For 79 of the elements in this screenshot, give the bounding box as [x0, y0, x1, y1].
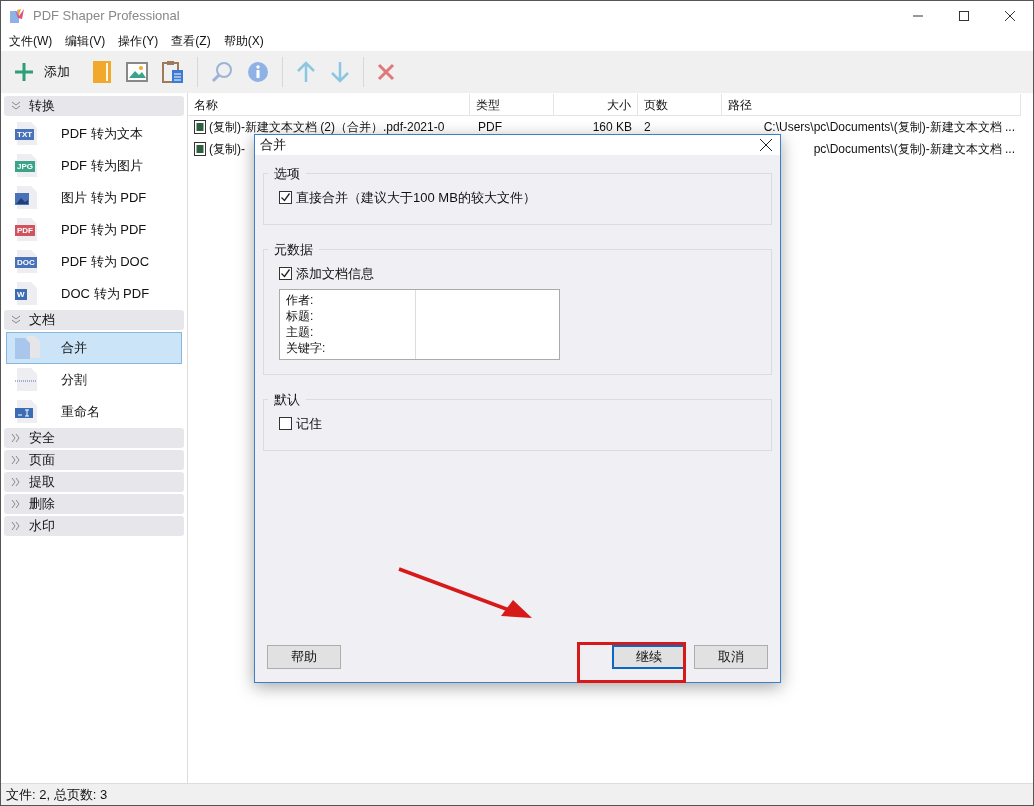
collapsed-chevron-icon	[11, 521, 21, 531]
info-icon	[247, 61, 269, 83]
table-cell-text: pc\Documents\(复制)-新建文本文档 ...	[813, 141, 1015, 158]
dialog-button[interactable]: 帮助	[267, 645, 341, 669]
column-header[interactable]: 页数	[638, 94, 722, 115]
sidebar-item[interactable]: 分割	[6, 364, 182, 396]
sidebar-group-header[interactable]: 安全	[4, 428, 184, 448]
window-title: PDF Shaper Professional	[33, 7, 180, 26]
sidebar-item[interactable]: DOC PDF 转为 DOC	[6, 246, 182, 278]
menu-item[interactable]: 操作(Y)	[118, 32, 159, 50]
merge-icon	[15, 335, 41, 361]
table-cell-text: 160 KB	[592, 119, 632, 136]
dialog-title: 合并	[260, 136, 286, 155]
field-label: 关键字:	[286, 340, 327, 356]
expanded-chevron-icon	[11, 315, 21, 325]
file-type-badge: PDF	[15, 225, 35, 236]
check-icon	[280, 192, 291, 204]
checkbox[interactable]	[279, 266, 292, 280]
checkbox-label: 直接合并（建议大于100 MB的较大文件）	[296, 189, 536, 207]
arrow-up-icon	[296, 61, 316, 83]
sidebar-group-header[interactable]: 页面	[4, 450, 184, 470]
add-button[interactable]: 添加	[13, 57, 79, 87]
sidebar-group-header[interactable]: 文档	[4, 310, 184, 330]
collapsed-chevron-icon	[11, 499, 21, 509]
expanded-chevron-icon	[11, 101, 21, 111]
column-header[interactable]: 大小	[554, 94, 638, 115]
sidebar-item[interactable]: 重命名	[6, 396, 182, 428]
table-cell: PDF	[478, 120, 502, 134]
file-type-badge: JPG	[15, 161, 35, 172]
metadata-list[interactable]: 作者: 标题: 主题: 关键字:	[279, 289, 560, 360]
sidebar-group-header[interactable]: 删除	[4, 494, 184, 514]
arrow-down-icon	[330, 61, 350, 83]
checkbox[interactable]	[279, 191, 292, 205]
delete-icon	[377, 63, 395, 81]
app-logo-icon	[9, 8, 25, 24]
table-cell: 2	[644, 120, 651, 134]
table-cell-text: (复制)-新建文本文档 (2)（合并）.pdf-2021-0	[209, 119, 445, 136]
file-icon	[194, 142, 206, 156]
checkbox-label: 添加文档信息	[296, 264, 374, 283]
table-cell-text: C:\Users\pc\Documents\(复制)-新建文本文档 ...	[763, 119, 1015, 136]
field-label: 作者:	[286, 292, 315, 308]
collapsed-chevron-icon	[11, 433, 21, 443]
close-icon[interactable]	[760, 139, 772, 151]
clipboard-icon	[162, 60, 184, 84]
folder-icon	[92, 60, 112, 84]
file-type-badge: DOC	[15, 257, 37, 268]
sidebar-group-header[interactable]: 提取	[4, 472, 184, 492]
menu-item[interactable]: 编辑(V)	[65, 32, 106, 50]
table-cell-text: (复制)-	[209, 141, 245, 158]
sidebar-item[interactable]: W DOC 转为 PDF	[6, 278, 182, 310]
collapsed-chevron-icon	[11, 477, 21, 487]
check-icon	[280, 267, 291, 279]
dialog-button[interactable]: 继续	[612, 645, 686, 669]
sidebar-item[interactable]: 合并	[6, 332, 182, 364]
sidebar-group-header[interactable]: 水印	[4, 516, 184, 536]
image-icon	[126, 62, 148, 82]
plus-icon	[14, 62, 34, 82]
menu-item[interactable]: 帮助(X)	[223, 32, 264, 50]
file-icon	[194, 120, 206, 134]
column-header[interactable]: 路径	[722, 94, 1021, 115]
field-label: 标题:	[286, 308, 315, 324]
search-icon	[211, 61, 233, 83]
dialog-button[interactable]: 取消	[694, 645, 768, 669]
sidebar-group-header[interactable]: 转换	[4, 96, 184, 116]
file-type-badge: TXT	[15, 129, 35, 140]
sidebar-item[interactable]: 图片 转为 PDF	[6, 182, 182, 214]
file-type-badge: W	[15, 289, 27, 300]
sidebar-item[interactable]: TXT PDF 转为文本	[6, 118, 182, 150]
sidebar-item[interactable]: JPG PDF 转为图片	[6, 150, 182, 182]
checkbox[interactable]	[279, 417, 292, 431]
menu-item[interactable]: 文件(W)	[9, 32, 53, 50]
sidebar-item[interactable]: PDF PDF 转为 PDF	[6, 214, 182, 246]
column-header[interactable]: 类型	[470, 94, 554, 115]
checkbox-label: 记住	[296, 415, 322, 433]
field-label: 主题:	[286, 324, 315, 340]
column-header[interactable]: 名称	[188, 94, 470, 115]
status-text: 文件: 2, 总页数: 3	[6, 785, 108, 804]
menu-item[interactable]: 查看(Z)	[171, 32, 211, 50]
collapsed-chevron-icon	[11, 455, 21, 465]
